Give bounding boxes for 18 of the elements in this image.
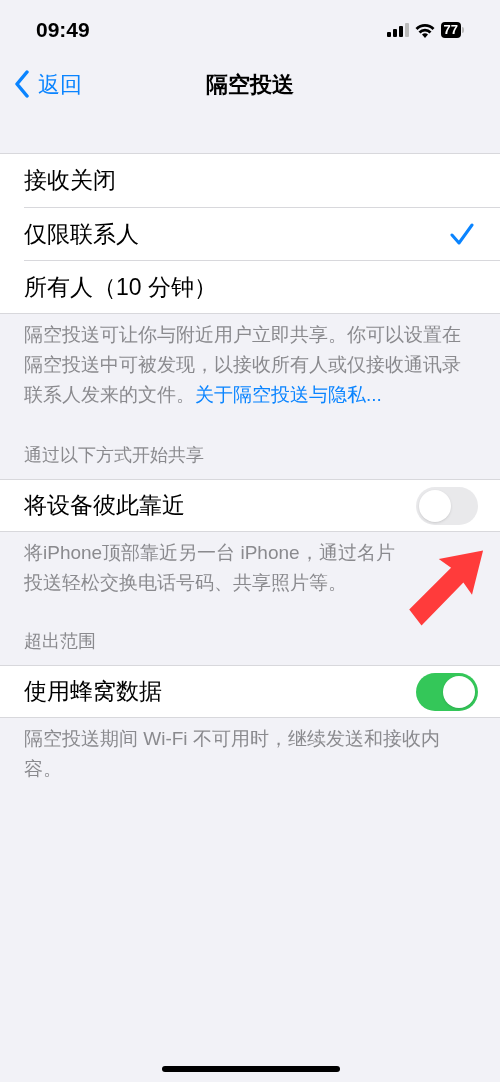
option-row[interactable]: 仅限联系人 — [24, 207, 500, 260]
setting-label: 将设备彼此靠近 — [24, 491, 185, 521]
wifi-icon — [414, 22, 435, 38]
footer-text: 隔空投送期间 Wi-Fi 不可用时，继续发送和接收内容。 — [23, 727, 441, 781]
chevron-left-icon — [14, 70, 30, 98]
footer-text: 将iPhone顶部靠近另一台 iPhone，通过名片投送轻松交换电话号码、共享照片等。 — [23, 541, 396, 595]
option-row[interactable]: 接收关闭 — [24, 154, 500, 207]
signal-icon — [386, 23, 409, 37]
section-header: 超出范围 — [23, 630, 97, 653]
footer-text: 隔空投送可让你与附近用户立即共享。你可以设置在隔空投送中可被发现，以接收所有人或仅接收通讯录联系人发来的文件。关于隔空投送与隐私... — [23, 323, 462, 407]
option-row[interactable]: 所有人（10 分钟） — [24, 260, 500, 313]
toggle-switch[interactable] — [416, 486, 478, 525]
page-title: 隔空投送 — [206, 70, 294, 99]
setting-label: 使用蜂窝数据 — [24, 677, 162, 707]
battery-icon: 77 — [440, 22, 464, 38]
status-time: 09:49 — [36, 17, 90, 44]
section-header: 通过以下方式开始共享 — [23, 444, 205, 467]
toggle-switch[interactable] — [416, 672, 478, 711]
